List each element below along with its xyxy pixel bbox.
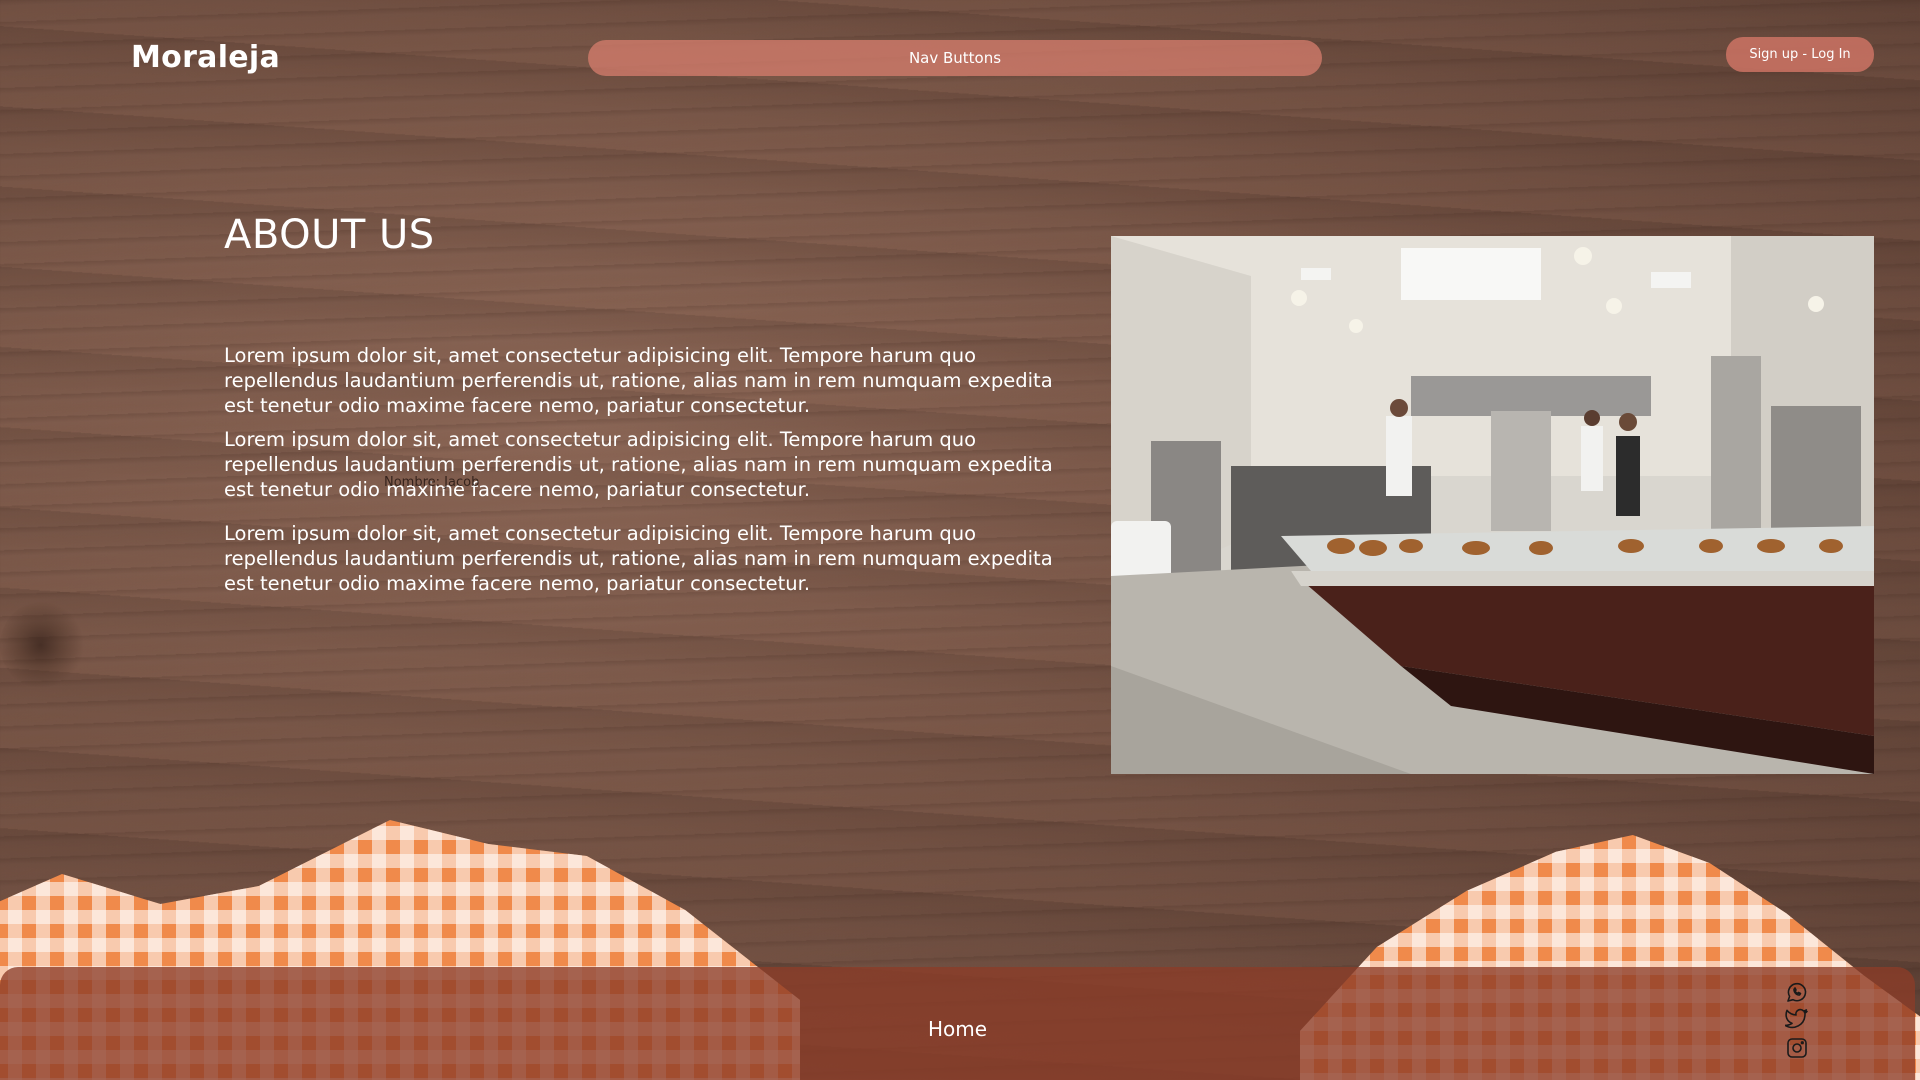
name-label: Nombre: Jacob bbox=[384, 475, 480, 490]
whatsapp-icon[interactable] bbox=[1785, 980, 1809, 1004]
instagram-icon[interactable] bbox=[1785, 1036, 1809, 1060]
signup-login-button[interactable]: Sign up - Log In bbox=[1726, 37, 1874, 72]
twitter-icon[interactable] bbox=[1785, 1007, 1809, 1031]
wood-knot bbox=[0, 600, 90, 690]
about-paragraph: Lorem ipsum dolor sit, amet consectetur … bbox=[224, 428, 1053, 501]
about-paragraph: Lorem ipsum dolor sit, amet consectetur … bbox=[224, 522, 1053, 595]
footer-home-link[interactable]: Home bbox=[0, 1017, 1915, 1041]
page-title: ABOUT US bbox=[224, 212, 435, 258]
about-paragraph: Lorem ipsum dolor sit, amet consectetur … bbox=[224, 344, 1053, 417]
bakery-photo bbox=[1111, 236, 1874, 774]
brand-logo[interactable]: Moraleja bbox=[131, 40, 280, 75]
footer: Home bbox=[0, 967, 1915, 1080]
nav-buttons[interactable]: Nav Buttons bbox=[588, 40, 1322, 76]
